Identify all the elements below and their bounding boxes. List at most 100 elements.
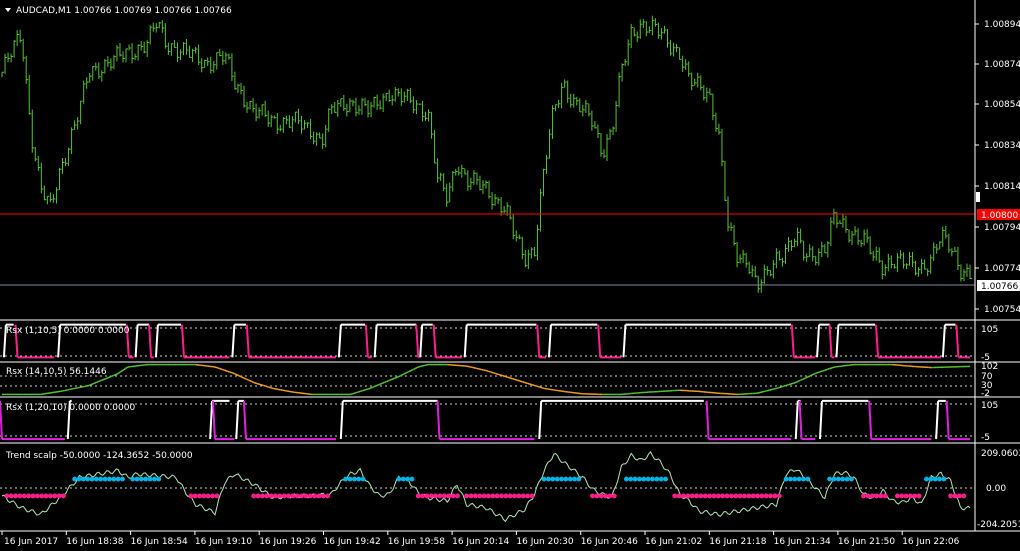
rsx2-segment bbox=[425, 363, 429, 366]
rsx2-segment bbox=[91, 382, 95, 386]
trend-up-dot bbox=[654, 476, 660, 482]
svg-text:1.00754: 1.00754 bbox=[984, 305, 1020, 315]
rsx2-segment bbox=[826, 367, 830, 371]
fall-edge bbox=[415, 324, 420, 358]
rsx2-segment bbox=[522, 381, 525, 384]
rsx2-segment bbox=[819, 370, 823, 373]
rise-edge bbox=[818, 400, 823, 440]
svg-text:1.00894: 1.00894 bbox=[984, 20, 1020, 30]
trend-up-dot bbox=[156, 476, 162, 482]
trend-up-dot bbox=[844, 476, 850, 482]
rsx2-segment bbox=[362, 389, 366, 392]
fall-edge bbox=[828, 324, 833, 358]
rise-edge bbox=[935, 400, 940, 440]
rsx2-segment bbox=[352, 392, 356, 395]
rsx2-segment bbox=[495, 372, 499, 376]
rsx2-panel[interactable]: Rsx (14,10,5) 56.1446 102 70 30 -2 bbox=[0, 362, 998, 399]
trend-down-dot bbox=[520, 493, 526, 499]
price-panel[interactable]: AUDCAD,M1 1.00766 1.00769 1.00766 1.0076… bbox=[0, 0, 975, 318]
trend-down-dot bbox=[711, 493, 717, 499]
trend-up-dot bbox=[147, 476, 153, 482]
trend-up-dot bbox=[645, 476, 651, 482]
trend-down-dot bbox=[325, 493, 331, 499]
time-label: 16 Jun 20:14 bbox=[452, 537, 509, 547]
trend-down-dot bbox=[503, 493, 509, 499]
svg-text:1.00774: 1.00774 bbox=[984, 264, 1020, 274]
trend-down-dot bbox=[188, 493, 194, 499]
trend-down-dot bbox=[61, 493, 66, 499]
trend-down-dot bbox=[251, 493, 257, 499]
trend-down-dot bbox=[43, 493, 49, 499]
fall-edge bbox=[0, 400, 3, 440]
trend-down-dot bbox=[259, 493, 265, 499]
trend-down-dot bbox=[529, 493, 535, 499]
rsx2-segment bbox=[267, 386, 271, 389]
trend-down-dot bbox=[681, 493, 686, 499]
rsx2-segment bbox=[355, 391, 358, 394]
rsx2-segment bbox=[805, 376, 809, 379]
fall-edge bbox=[790, 324, 795, 358]
rsx2-segment bbox=[766, 389, 770, 392]
rsx2-segment bbox=[776, 386, 780, 390]
chart-canvas[interactable]: AUDCAD,M1 1.00766 1.00769 1.00766 1.0076… bbox=[0, 0, 1020, 551]
trend-down-dot bbox=[192, 493, 198, 499]
trend-down-dot bbox=[472, 493, 478, 499]
rsx2-segment bbox=[502, 375, 506, 378]
trend-up-dot bbox=[93, 476, 99, 482]
rsx2-segment bbox=[539, 386, 542, 389]
rsx2-segment bbox=[124, 366, 129, 370]
rsx2-segment bbox=[214, 366, 218, 369]
trend-down-dot bbox=[441, 493, 447, 499]
trend-down-dot bbox=[30, 493, 36, 499]
rsx2-segment bbox=[408, 369, 412, 373]
trend-panel[interactable]: Trend scalp -50.0000 -124.3652 -50.0000 … bbox=[0, 449, 1020, 530]
trend-down-dot bbox=[424, 493, 430, 499]
trend-down-dot bbox=[746, 493, 752, 499]
trend-down-dot bbox=[742, 493, 747, 499]
trend-down-dot bbox=[273, 493, 278, 499]
rsx3-panel[interactable]: Rsx (1,20,10) 0.0000 0.0000 105 -5 bbox=[0, 399, 998, 443]
rsx2-segment bbox=[420, 365, 424, 368]
trend-up-dot bbox=[567, 476, 573, 482]
rsx2-segment bbox=[391, 377, 395, 381]
rsx2-segment bbox=[524, 381, 528, 384]
rsx2-segment bbox=[103, 377, 107, 381]
trend-up-dot bbox=[563, 476, 569, 482]
trend-down-dot bbox=[689, 493, 695, 499]
rsx2-segment bbox=[88, 383, 92, 387]
rsx2-segment bbox=[255, 382, 259, 385]
current-price-tag: 1.00766 bbox=[977, 280, 1020, 292]
trend-down-dot bbox=[724, 493, 730, 499]
rsx2-segment bbox=[466, 365, 470, 368]
trend-down-dot bbox=[428, 493, 434, 499]
time-axis[interactable]: 16 Jun 2017 16 Jun 18:38 16 Jun 18:54 16 Ju… bbox=[1, 531, 960, 547]
price-panel-bg bbox=[0, 0, 975, 318]
rsx2-segment bbox=[802, 377, 806, 380]
rsx2-segment bbox=[812, 372, 816, 376]
rsx2-segment bbox=[110, 374, 114, 378]
trend-down-dot bbox=[56, 493, 62, 499]
tick-1.00774: 1.00774 bbox=[975, 264, 1020, 274]
rsx2-segment bbox=[105, 376, 109, 380]
trend-up-dot bbox=[658, 476, 664, 482]
rsx2-segment bbox=[480, 368, 484, 371]
trend-up-dot bbox=[356, 476, 362, 482]
trend-down-dot bbox=[26, 493, 32, 499]
rsx1-label: Rsx (1,10,5) 0.0000 0.0000 bbox=[6, 326, 130, 336]
trend-up-dot bbox=[80, 476, 86, 482]
trend-up-dot bbox=[924, 476, 929, 482]
rsx2-segment bbox=[529, 383, 533, 386]
trend-down-dot bbox=[763, 493, 769, 499]
rsx2-segment bbox=[388, 378, 392, 382]
trend-down-dot bbox=[776, 493, 782, 499]
trend-up-dot bbox=[849, 476, 854, 482]
rsx2-segment bbox=[115, 372, 119, 376]
rise-edge bbox=[373, 324, 378, 358]
rise-edge bbox=[339, 400, 344, 440]
rsx1-panel[interactable]: Rsx (1,10,5) 0.0000 0.0000 105 -5 bbox=[0, 323, 998, 363]
rsx2-segment bbox=[379, 382, 383, 386]
trend-up-dot bbox=[541, 476, 547, 482]
trend-down-dot bbox=[197, 493, 202, 499]
trend-down-dot bbox=[494, 493, 500, 499]
rsx2-segment bbox=[413, 367, 417, 371]
